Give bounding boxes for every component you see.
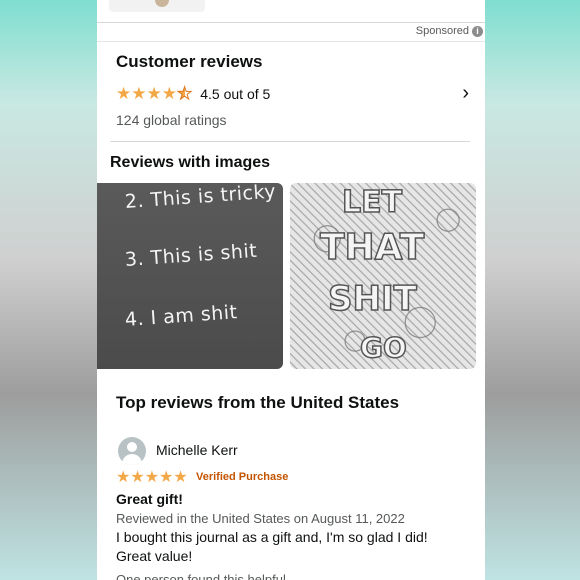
background-left (0, 0, 97, 580)
rating-stars: ★ ★ ★ ★ ★ (116, 84, 193, 103)
info-icon[interactable]: i (472, 25, 483, 37)
reviews-panel: Sponsored i Customer reviews ★ ★ ★ ★ ★ 4… (97, 0, 485, 580)
star-full-icon: ★ (159, 469, 174, 486)
avatar (118, 437, 146, 465)
sponsored-label[interactable]: Sponsored i (416, 25, 483, 37)
background-right (485, 0, 580, 580)
chevron-right-icon[interactable]: › (462, 82, 469, 105)
star-half-icon: ★ (176, 84, 193, 103)
star-full-icon: ★ (144, 469, 160, 486)
sponsored-text: Sponsored (415, 25, 469, 37)
image-word: LET (341, 184, 403, 221)
image-word: GO (359, 330, 407, 365)
review-image-1[interactable]: 2. This is tricky 3. This is shit 4. I a… (97, 183, 283, 369)
image-word: THAT (319, 226, 425, 269)
previous-ad-strip (97, 0, 485, 23)
ad-thumbnail-image (155, 0, 169, 7)
star-full-icon: ★ (146, 84, 162, 103)
verified-purchase-badge: Verified Purchase (196, 471, 289, 483)
star-full-icon: ★ (131, 84, 147, 103)
review-stars[interactable]: ★ ★ ★ ★ ★ (116, 469, 188, 486)
ad-thumbnail[interactable] (109, 0, 205, 12)
star-full-icon: ★ (161, 84, 177, 103)
top-reviews-heading: Top reviews from the United States (116, 393, 400, 412)
rating-text: 4.5 out of 5 (200, 85, 271, 102)
reviews-with-images-heading: Reviews with images (110, 154, 271, 171)
rating-summary[interactable]: ★ ★ ★ ★ ★ 4.5 out of 5 (116, 84, 271, 103)
global-ratings-count: 124 global ratings (116, 112, 227, 128)
avatar-body (122, 454, 142, 465)
divider (110, 141, 470, 142)
review-date: Reviewed in the United States on August … (116, 511, 405, 526)
helpful-count: One person found this helpful (116, 572, 286, 580)
review-body: I bought this journal as a gift and, I'm… (116, 529, 428, 564)
star-full-icon: ★ (173, 469, 188, 486)
review-headline[interactable]: Great gift! (116, 491, 183, 507)
star-full-icon: ★ (130, 469, 145, 486)
image-text-line: 3. This is shit (124, 239, 258, 271)
reviewer-name[interactable]: Michelle Kerr (156, 442, 238, 458)
image-text-line: 2. This is tricky (124, 183, 277, 213)
avatar-head (127, 442, 137, 452)
image-text-line: 4. I am shit (124, 301, 239, 331)
image-word: SHIT (327, 278, 417, 320)
star-full-icon: ★ (116, 469, 131, 486)
review-image-2[interactable]: LET THAT SHIT GO (290, 183, 476, 369)
customer-reviews-heading: Customer reviews (116, 52, 263, 71)
star-full-icon: ★ (116, 84, 132, 103)
divider (97, 41, 485, 42)
